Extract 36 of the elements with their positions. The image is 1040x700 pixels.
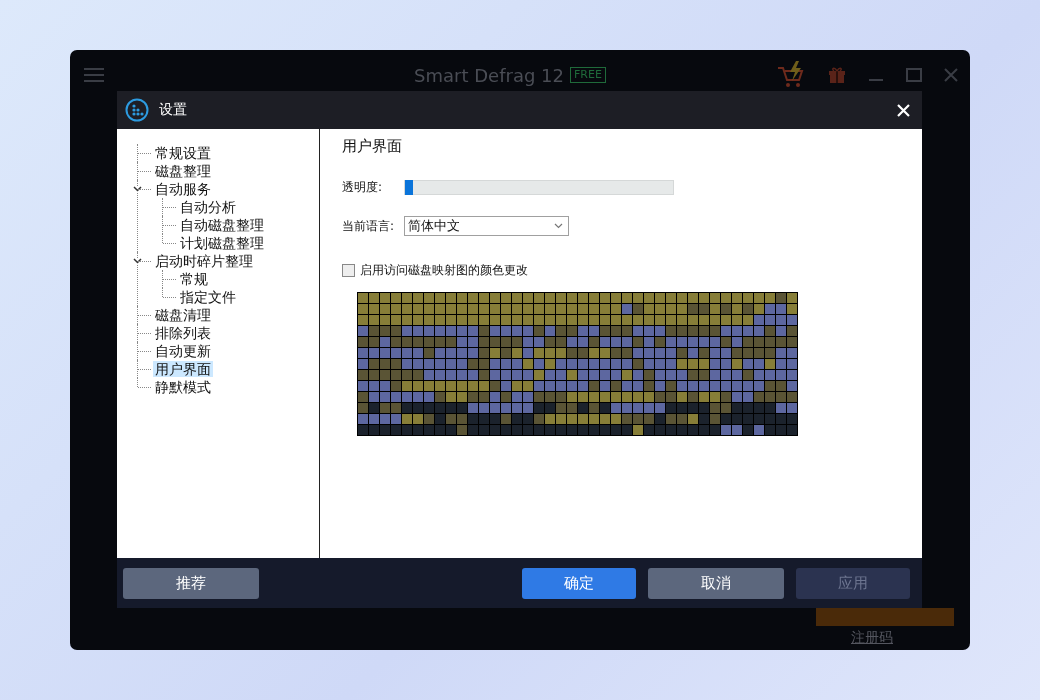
tree-item[interactable]: 磁盘清理 bbox=[153, 307, 213, 323]
tree-item[interactable]: 指定文件 bbox=[178, 289, 238, 305]
checkbox-label: 启用访问磁盘映射图的颜色更改 bbox=[360, 262, 528, 279]
language-dropdown[interactable]: 简体中文 bbox=[404, 216, 569, 236]
chevron-down-icon bbox=[554, 223, 563, 229]
tree-item[interactable]: 排除列表 bbox=[153, 325, 213, 341]
tree-item[interactable]: 磁盘整理 bbox=[153, 163, 213, 179]
tree-item[interactable]: 自动磁盘整理 bbox=[178, 217, 266, 233]
tree-item[interactable]: 自动服务 bbox=[153, 181, 213, 197]
slider-thumb[interactable] bbox=[405, 180, 413, 195]
tree-item[interactable]: 自动分析 bbox=[178, 199, 238, 215]
gift-icon[interactable] bbox=[828, 66, 846, 84]
tree-item[interactable]: 用户界面 bbox=[153, 361, 213, 377]
tree-item[interactable]: 启动时碎片整理 bbox=[153, 253, 255, 269]
tree-item[interactable]: 静默模式 bbox=[153, 379, 213, 395]
settings-icon bbox=[125, 98, 149, 122]
chevron-down-icon[interactable] bbox=[133, 258, 142, 264]
transparency-label: 透明度: bbox=[342, 179, 384, 196]
tree-item[interactable]: 计划磁盘整理 bbox=[178, 235, 266, 251]
dialog-title: 设置 bbox=[159, 101, 188, 119]
section-heading: 用户界面 bbox=[342, 137, 403, 156]
cart-icon[interactable] bbox=[776, 60, 806, 90]
tree-item[interactable]: 常规设置 bbox=[153, 145, 213, 161]
tree-item[interactable]: 自动更新 bbox=[153, 343, 213, 359]
maximize-icon[interactable] bbox=[906, 68, 922, 82]
language-label: 当前语言: bbox=[342, 217, 396, 235]
ok-button[interactable]: 确定 bbox=[522, 567, 636, 599]
chevron-down-icon[interactable] bbox=[133, 186, 142, 192]
cancel-button[interactable]: 取消 bbox=[648, 567, 784, 599]
menu-icon[interactable] bbox=[84, 67, 104, 83]
free-badge: FREE bbox=[570, 67, 606, 83]
checkbox[interactable] bbox=[342, 264, 355, 277]
recommend-button[interactable]: 推荐 bbox=[123, 567, 259, 599]
transparency-slider[interactable] bbox=[404, 180, 674, 195]
tree-item[interactable]: 常规 bbox=[178, 271, 210, 287]
app-title: Smart Defrag 12 bbox=[414, 64, 565, 86]
